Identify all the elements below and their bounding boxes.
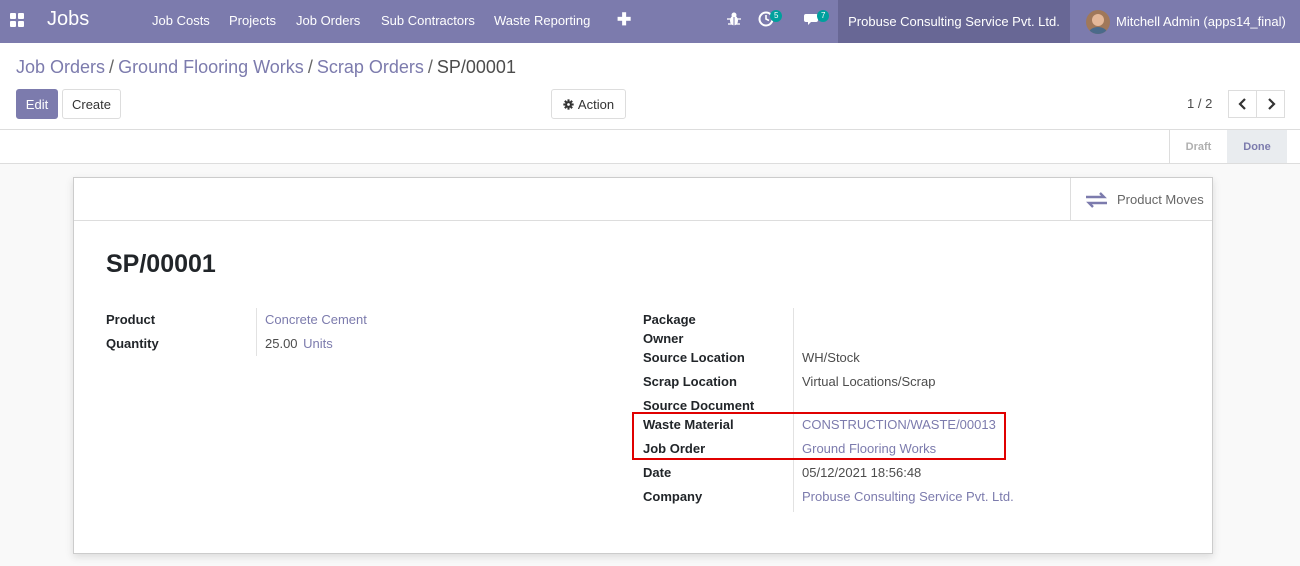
breadcrumb-job-orders[interactable]: Job Orders <box>16 57 105 77</box>
field-divider <box>256 308 257 356</box>
scrap-location-label: Scrap Location <box>643 374 737 389</box>
status-bar: Draft Done <box>0 130 1300 164</box>
product-moves-button[interactable]: Product Moves <box>1070 178 1212 221</box>
breadcrumb-separator: / <box>307 57 313 77</box>
breadcrumb-separator: / <box>427 57 433 77</box>
gear-icon <box>563 98 574 110</box>
date-value: 05/12/2021 18:56:48 <box>802 465 922 480</box>
quantity-label: Quantity <box>106 336 159 351</box>
menu-item-projects[interactable]: Projects <box>229 13 276 28</box>
apps-menu-icon[interactable] <box>10 13 24 27</box>
package-label: Package <box>643 312 696 327</box>
field-divider <box>793 308 794 512</box>
date-label: Date <box>643 465 672 480</box>
top-navbar: Jobs Job Costs Projects Job Orders Sub C… <box>0 0 1300 43</box>
user-menu[interactable]: Mitchell Admin (apps14_final) <box>1086 0 1286 43</box>
exchange-arrows-icon <box>1086 191 1107 208</box>
avatar <box>1086 9 1110 34</box>
breadcrumb-separator: / <box>109 57 115 77</box>
quantity-uom[interactable]: Units <box>303 336 333 351</box>
menu-item-job-orders[interactable]: Job Orders <box>296 13 360 28</box>
menu-item-sub-contractors[interactable]: Sub Contractors <box>381 13 475 28</box>
action-button[interactable]: Action <box>551 89 626 119</box>
status-stage-done: Done <box>1227 130 1287 163</box>
messages-count-badge: 7 <box>817 10 830 22</box>
plus-icon[interactable]: ✚ <box>617 10 631 30</box>
breadcrumb-scrap-orders[interactable]: Scrap Orders <box>317 57 424 77</box>
pager-next-button[interactable] <box>1256 90 1285 118</box>
owner-label: Owner <box>643 331 684 346</box>
edit-button[interactable]: Edit <box>16 89 58 119</box>
quantity-value: 25.00 Units <box>265 336 333 351</box>
highlight-annotation-box <box>632 412 1006 460</box>
source-document-label: Source Document <box>643 398 755 413</box>
source-location-label: Source Location <box>643 350 745 365</box>
scrap-location-value: Virtual Locations/Scrap <box>802 374 936 389</box>
company-switcher[interactable]: Probuse Consulting Service Pvt. Ltd. <box>838 0 1070 43</box>
bug-icon[interactable] <box>726 11 742 27</box>
breadcrumb: Job Orders / Ground Flooring Works / Scrap O… <box>16 57 516 78</box>
record-title: SP/00001 <box>106 250 216 278</box>
pager-value[interactable]: 1 / 2 <box>1187 96 1212 111</box>
breadcrumb-current: SP/00001 <box>436 57 516 77</box>
user-name: Mitchell Admin (apps14_final) <box>1116 14 1286 29</box>
action-label: Action <box>577 96 615 112</box>
chevron-right-icon <box>1267 98 1276 110</box>
button-box: Product Moves <box>74 178 1212 221</box>
chevron-left-icon <box>1237 98 1246 110</box>
source-location-value: WH/Stock <box>802 350 860 365</box>
menu-item-job-costs[interactable]: Job Costs <box>152 13 210 28</box>
menu-item-waste-reporting[interactable]: Waste Reporting <box>494 13 590 28</box>
create-button[interactable]: Create <box>62 89 121 119</box>
pager-previous-button[interactable] <box>1228 90 1257 118</box>
activity-count-badge: 5 <box>770 10 783 22</box>
control-panel: Job Orders / Ground Flooring Works / Scrap O… <box>0 43 1300 130</box>
product-moves-label: Product Moves <box>1117 192 1204 207</box>
company-value[interactable]: Probuse Consulting Service Pvt. Ltd. <box>802 489 1014 504</box>
breadcrumb-ground-flooring-works[interactable]: Ground Flooring Works <box>118 57 304 77</box>
product-value[interactable]: Concrete Cement <box>265 312 367 327</box>
company-label: Company <box>643 489 703 504</box>
app-title[interactable]: Jobs <box>47 8 89 31</box>
status-stage-draft: Draft <box>1169 130 1227 163</box>
product-label: Product <box>106 312 156 327</box>
quantity-number: 25.00 <box>265 336 298 351</box>
form-sheet: Product Moves SP/00001 Product Concrete … <box>73 177 1213 554</box>
